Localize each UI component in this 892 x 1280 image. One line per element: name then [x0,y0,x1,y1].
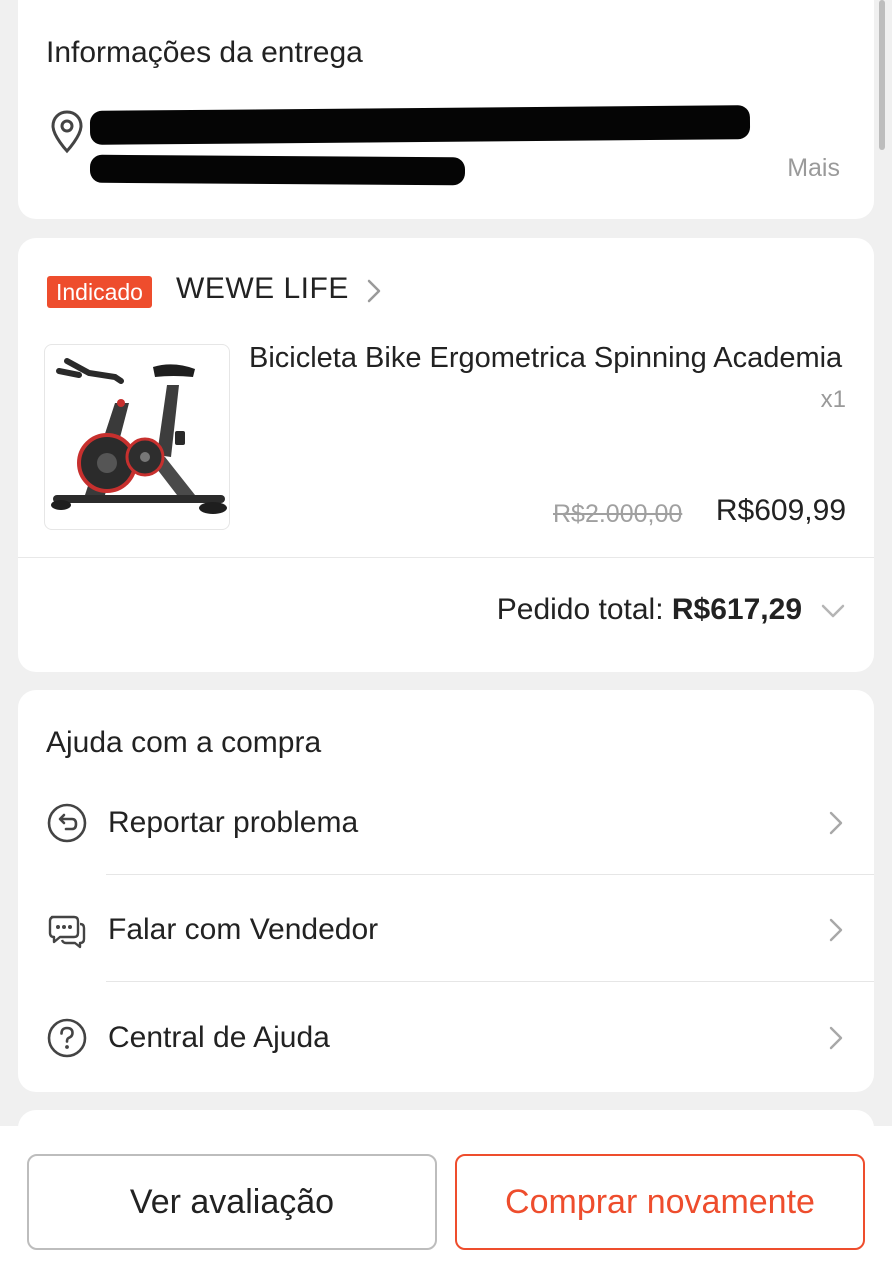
help-item-label: Reportar problema [108,806,359,839]
help-item-report-problem[interactable]: Reportar problema [18,802,874,909]
order-total[interactable]: Pedido total: R$617,29 [497,593,802,627]
product-image[interactable] [44,344,230,530]
bottom-action-bar: Ver avaliação Comprar novamente [0,1126,892,1280]
question-circle-icon [47,1018,87,1058]
report-problem-icon [47,803,87,843]
location-pin-icon [51,110,83,154]
product-name[interactable]: Bicicleta Bike Ergometrica Spinning Acad… [249,342,849,375]
product-quantity: x1 [820,386,846,413]
chevron-right-icon [829,918,843,942]
chevron-down-icon[interactable] [820,602,846,620]
chat-bubbles-icon [48,915,86,949]
delivery-info-card[interactable]: Informações da entrega Mais [18,0,874,219]
divider [18,557,874,558]
recommended-badge: Indicado [47,276,152,308]
delivery-title: Informações da entrega [46,36,363,69]
chevron-right-icon[interactable] [364,278,384,304]
chevron-right-icon [829,1026,843,1050]
help-item-label: Falar com Vendedor [108,913,379,946]
help-title: Ajuda com a compra [46,726,322,759]
shop-name[interactable]: WEWE LIFE [176,272,349,306]
divider [106,981,874,982]
help-item-chat-seller[interactable]: Falar com Vendedor [18,909,874,1016]
chevron-right-icon [829,811,843,835]
exercise-bike-image [51,358,227,514]
view-review-button[interactable]: Ver avaliação [27,1154,437,1250]
redacted-address-line-1 [89,105,751,145]
order-card: Indicado WEWE LIFE Bicicleta Bike Ergome… [18,238,874,672]
scrollbar[interactable] [879,0,885,150]
order-total-label: Pedido total: [496,593,664,626]
divider [106,874,874,875]
original-price: R$2.000,00 [553,500,683,528]
redacted-address-line-2 [89,154,466,186]
purchase-help-card: Ajuda com a compra Reportar problema Fal… [18,690,874,1092]
product-price: R$609,99 [715,494,846,527]
help-item-label: Central de Ajuda [108,1021,330,1054]
help-item-help-center[interactable]: Central de Ajuda [18,1017,874,1124]
order-total-value: R$617,29 [671,593,802,626]
more-link[interactable]: Mais [787,154,840,183]
buy-again-button[interactable]: Comprar novamente [455,1154,865,1250]
